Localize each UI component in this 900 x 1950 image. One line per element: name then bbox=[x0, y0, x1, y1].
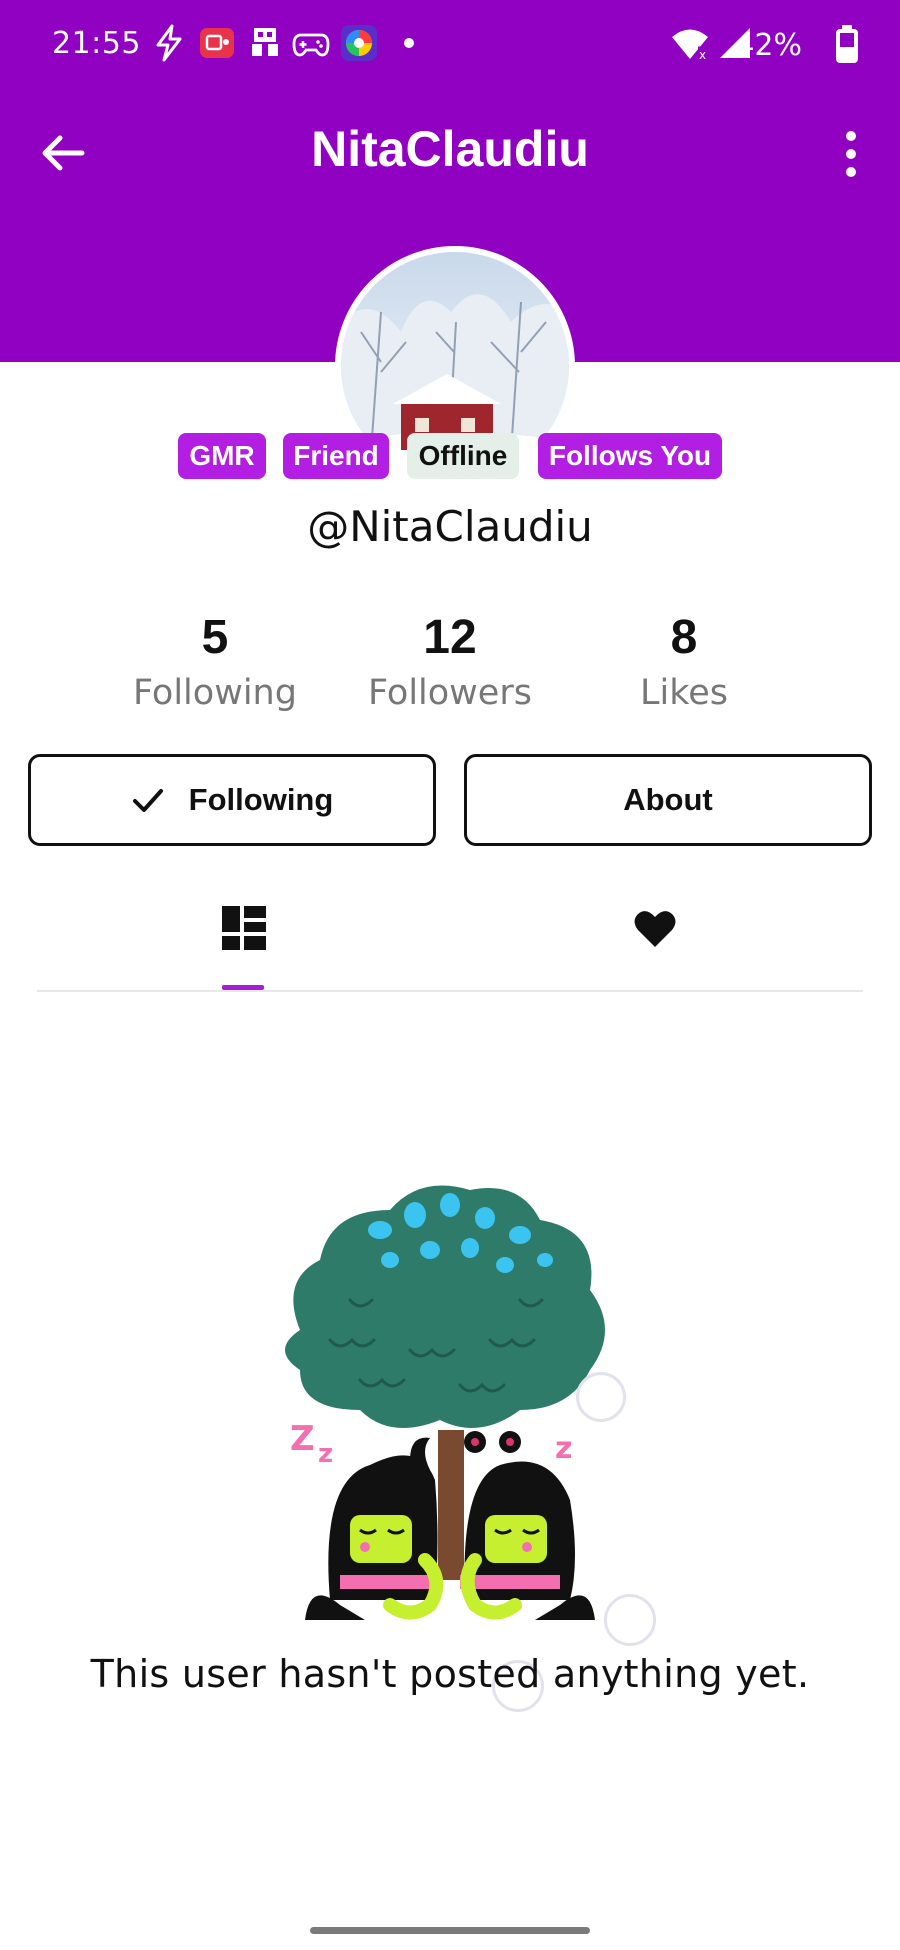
page-title: NitaClaudiu bbox=[311, 121, 589, 177]
about-button-label: About bbox=[623, 782, 713, 817]
badge-gmr: GMR bbox=[178, 433, 266, 479]
badge-friend: Friend bbox=[283, 433, 389, 479]
app-bar: NitaClaudiu bbox=[0, 110, 900, 190]
game-controller-icon bbox=[252, 28, 278, 56]
empty-state-message: This user hasn't posted anything yet. bbox=[90, 1652, 810, 1696]
stats-row: 5 Following 12 Followers 8 Likes bbox=[0, 608, 900, 728]
stat-label: Following bbox=[133, 673, 297, 713]
username-handle: @NitaClaudiu bbox=[307, 502, 593, 551]
more-options-icon[interactable] bbox=[826, 126, 876, 182]
badge-follows-you: Follows You bbox=[538, 433, 722, 479]
touch-ripple bbox=[604, 1594, 656, 1646]
sleeping-characters-illustration: Z z z bbox=[285, 1185, 605, 1620]
following-button-label: Following bbox=[188, 782, 334, 817]
status-time: 21:55 bbox=[52, 26, 141, 61]
stat-followers[interactable]: 12 Followers bbox=[330, 608, 570, 716]
tab-liked[interactable] bbox=[450, 890, 863, 990]
stat-value: 12 bbox=[423, 611, 477, 664]
screen-record-icon bbox=[200, 28, 234, 58]
stat-likes[interactable]: 8 Likes bbox=[564, 608, 804, 716]
gesture-navigation-bar[interactable] bbox=[310, 1927, 590, 1934]
content-tabs bbox=[37, 890, 863, 992]
game-controller-icon bbox=[292, 33, 330, 57]
stat-value: 5 bbox=[201, 611, 229, 664]
checkmark-icon bbox=[132, 789, 163, 812]
stat-label: Followers bbox=[368, 673, 532, 713]
grid-icon bbox=[222, 906, 266, 950]
status-bar: 21:55 x 42% bbox=[0, 18, 900, 70]
bolt-icon bbox=[156, 24, 182, 62]
heart-icon bbox=[634, 911, 676, 947]
stat-following[interactable]: 5 Following bbox=[95, 608, 335, 716]
battery-percent: 42% bbox=[735, 28, 802, 63]
svg-text:x: x bbox=[699, 48, 706, 62]
stat-label: Likes bbox=[639, 673, 728, 713]
active-tab-indicator bbox=[222, 985, 264, 990]
svg-text:z: z bbox=[318, 1439, 333, 1469]
svg-text:z: z bbox=[555, 1431, 572, 1466]
touch-ripple bbox=[576, 1372, 626, 1422]
tab-posts[interactable] bbox=[37, 890, 450, 990]
about-button[interactable]: About bbox=[464, 754, 872, 846]
wifi-icon: x bbox=[672, 29, 708, 62]
following-button[interactable]: Following bbox=[28, 754, 436, 846]
battery-icon bbox=[836, 25, 858, 63]
status-badge: Offline bbox=[407, 433, 519, 479]
badge-row: GMR Friend Offline Follows You bbox=[0, 433, 900, 479]
dot-icon bbox=[404, 38, 414, 48]
svg-text:Z: Z bbox=[290, 1419, 315, 1459]
system-icons: x 42% bbox=[670, 22, 860, 66]
color-wheel-icon bbox=[341, 25, 377, 61]
stat-value: 8 bbox=[670, 611, 698, 664]
